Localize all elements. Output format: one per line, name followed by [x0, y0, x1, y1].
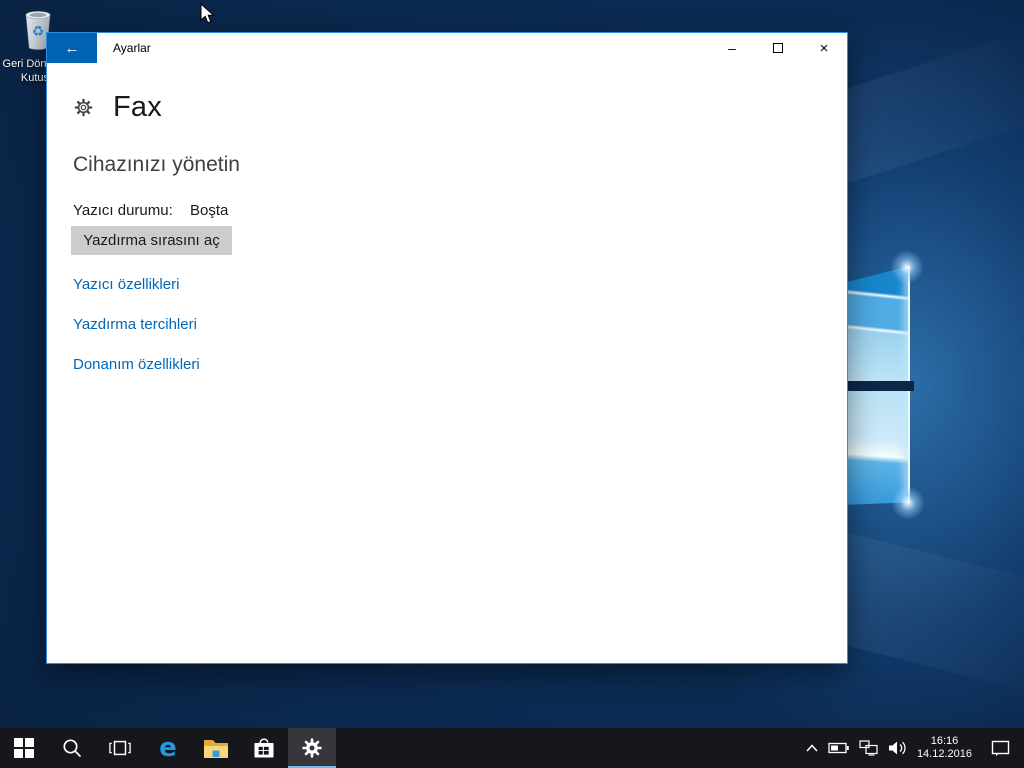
tray-date: 14.12.2016 [916, 748, 972, 760]
printer-status-label: Yazıcı durumu: [73, 202, 173, 219]
store-button[interactable] [240, 728, 288, 768]
battery-icon [828, 742, 849, 754]
minimize-button[interactable]: – [709, 33, 755, 63]
hardware-properties-link[interactable]: Donanım özellikleri [73, 356, 200, 373]
printer-status-row: Yazıcı durumu: Boşta [73, 202, 228, 219]
tray-battery-button[interactable] [828, 742, 850, 754]
printer-status-value: Boşta [190, 202, 229, 219]
tray-chevron-button[interactable] [805, 743, 819, 753]
file-explorer-button[interactable] [192, 728, 240, 768]
open-print-queue-button[interactable]: Yazdırma sırasını aç [71, 226, 232, 255]
taskbar: e 16:16 14.12.2016 [0, 728, 1024, 768]
light-flare [890, 250, 924, 284]
action-center-icon [991, 740, 1010, 756]
back-icon: ← [64, 39, 80, 57]
edge-icon: e [159, 733, 177, 763]
chevron-up-icon [806, 744, 818, 752]
settings-taskbar-button[interactable] [288, 728, 336, 768]
start-icon [14, 738, 34, 758]
minimize-icon: – [728, 40, 736, 56]
tray-time: 16:16 [930, 735, 959, 747]
close-button[interactable]: × [801, 33, 847, 63]
tray-clock[interactable]: 16:16 14.12.2016 [917, 735, 972, 761]
task-view-icon [109, 740, 131, 756]
task-view-button[interactable] [96, 728, 144, 768]
page-title: Fax [113, 91, 162, 123]
store-icon [254, 738, 274, 758]
page-header: Fax [73, 91, 162, 124]
printer-properties-link[interactable]: Yazıcı özellikleri [73, 276, 179, 293]
section-heading: Cihazınızı yönetin [73, 153, 240, 176]
back-button[interactable]: ← [47, 33, 97, 63]
close-icon: × [819, 39, 829, 57]
settings-gear-icon [302, 738, 322, 758]
gear-icon [74, 98, 93, 117]
start-button[interactable] [0, 728, 48, 768]
settings-window: ← Ayarlar – × Fax Cihazınızı yönetin Yaz… [46, 32, 848, 664]
window-titlebar[interactable]: ← Ayarlar – × [47, 33, 847, 63]
action-center-button[interactable] [991, 740, 1010, 757]
printing-preferences-link[interactable]: Yazdırma tercihleri [73, 316, 197, 333]
system-tray: 16:16 14.12.2016 [805, 728, 1024, 768]
svg-text:♻: ♻ [32, 23, 45, 39]
light-flare [891, 486, 925, 520]
search-icon [63, 739, 82, 758]
taskbar-search-button[interactable] [48, 728, 96, 768]
window-title: Ayarlar [113, 41, 151, 55]
network-icon [859, 740, 878, 756]
file-explorer-icon [204, 740, 228, 758]
maximize-button[interactable] [755, 33, 801, 63]
speaker-icon [888, 741, 906, 755]
tray-network-button[interactable] [859, 740, 879, 756]
tray-volume-button[interactable] [888, 740, 908, 756]
mouse-cursor [200, 3, 215, 24]
maximize-icon [773, 43, 783, 53]
edge-button[interactable]: e [144, 728, 192, 768]
